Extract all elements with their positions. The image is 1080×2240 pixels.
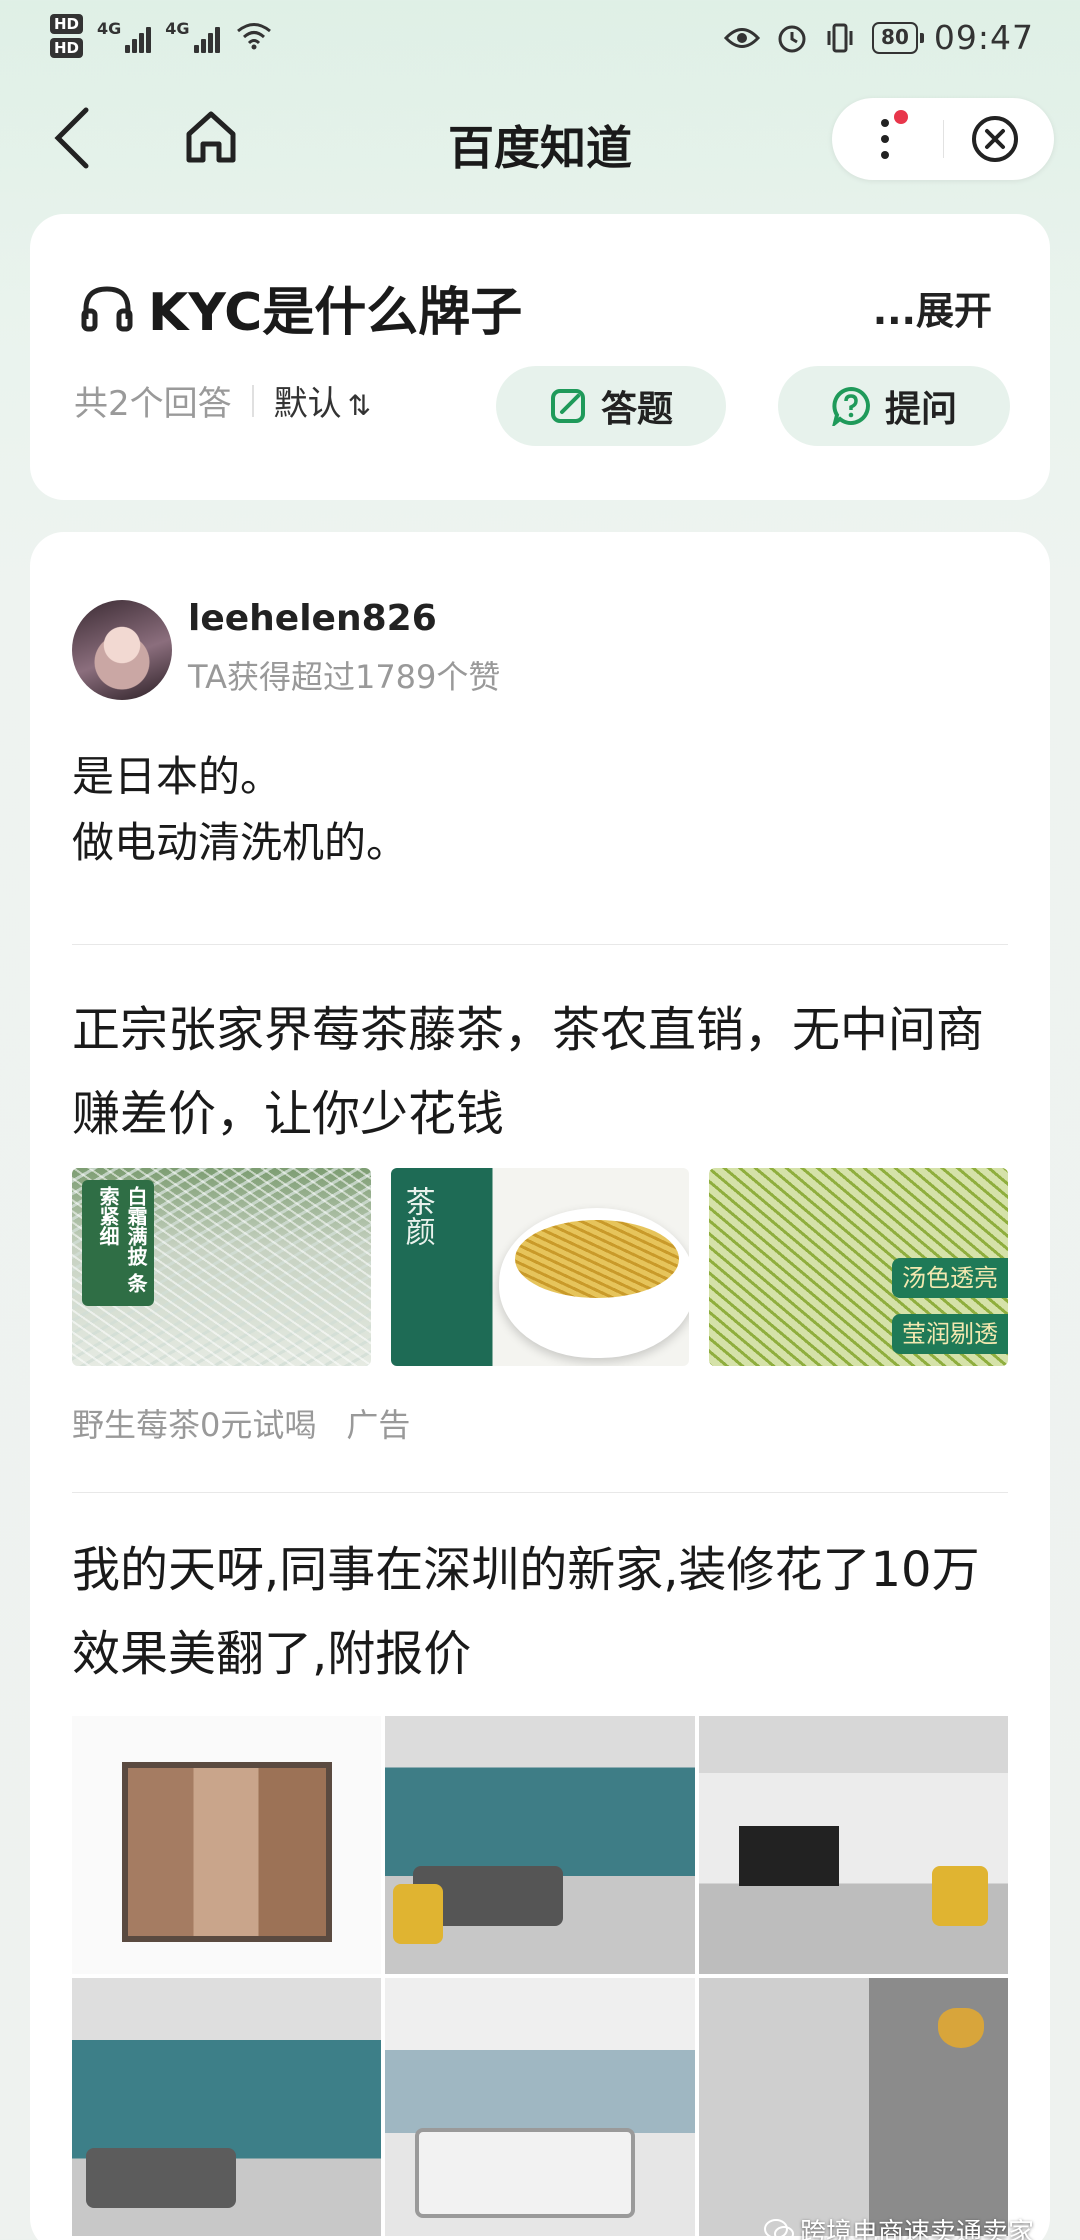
ad-image-tag: 汤色透亮 <box>892 1258 1009 1298</box>
like-summary: TA获得超过1789个赞 <box>188 658 501 696</box>
wifi-icon <box>236 23 271 50</box>
ad-footer: 野生莓茶0元试喝 广告 <box>72 1400 410 1446</box>
home-button[interactable] <box>178 104 244 170</box>
sort-icon: ⇅ <box>347 389 372 422</box>
ad-image-caption: 白霜满披 条索紧细 <box>82 1180 154 1306</box>
question-bubble-icon <box>832 386 870 426</box>
answer-button[interactable]: 答题 <box>496 366 726 446</box>
nav-bar: 百度知道 <box>0 78 1080 198</box>
ad-title[interactable]: 正宗张家界莓茶藤茶，茶农直销，无中间商赚差价，让你少花钱 <box>72 988 1022 1156</box>
question-card: KYC是什么牌子 ...展开 共2个回答 默认 ⇅ 答题 提问 <box>30 214 1050 500</box>
edit-icon <box>550 389 585 423</box>
ad-source[interactable]: 野生莓茶0元试喝 <box>72 1400 316 1446</box>
answer-text: 是日本的。 做电动清洗机的。 <box>72 744 408 876</box>
capsule-divider <box>943 120 944 158</box>
ad-image-tea-cup[interactable]: 茶颜 <box>390 1168 690 1366</box>
back-button[interactable] <box>42 102 102 174</box>
ad-image-tv-room[interactable] <box>698 1716 1008 1974</box>
eye-icon <box>724 27 761 48</box>
wechat-icon <box>763 2218 794 2240</box>
clock: 09:47 <box>933 18 1034 57</box>
sort-label: 默认 <box>273 384 342 424</box>
answer-button-label: 答题 <box>600 389 673 430</box>
headphones-icon[interactable] <box>80 283 134 333</box>
username[interactable]: leehelen826 <box>188 598 437 639</box>
sort-dropdown[interactable]: 默认 ⇅ <box>274 376 371 425</box>
ad-image-grid[interactable] <box>72 1716 1008 2236</box>
battery-indicator: 80 <box>872 21 924 54</box>
ad-image-dining-room[interactable] <box>72 1978 382 2236</box>
ask-button-label: 提问 <box>884 389 957 430</box>
answer-card: leehelen826 TA获得超过1789个赞 是日本的。 做电动清洗机的。 … <box>30 532 1050 2240</box>
signal-icon: 4G <box>165 19 220 53</box>
ad-image-row[interactable]: 白霜满披 条索紧细 茶颜 汤色透亮 莹润剔透 <box>72 1168 1009 1366</box>
expand-link[interactable]: ...展开 <box>873 280 992 335</box>
close-button[interactable] <box>970 114 1020 164</box>
ask-button[interactable]: 提问 <box>778 366 1010 446</box>
mini-program-capsule <box>832 98 1054 180</box>
home-icon <box>186 111 236 163</box>
chevron-left-icon <box>54 107 89 169</box>
more-vertical-icon <box>881 110 908 159</box>
hd-badge: HD <box>50 14 84 34</box>
ad-title[interactable]: 我的天呀,同事在深圳的新家,装修花了10万效果美翻了,附报价 <box>72 1528 1022 1696</box>
status-bar: HD HD 4G 4G 80 09:47 <box>0 0 1080 78</box>
vibrate-icon <box>827 23 853 52</box>
avatar[interactable] <box>72 600 172 700</box>
ad-image-tag: 莹润剔透 <box>892 1314 1009 1354</box>
hd-badge: HD <box>50 38 84 58</box>
ad-image-brewed-tea[interactable]: 汤色透亮 莹润剔透 <box>709 1168 1009 1366</box>
divider <box>72 944 1008 945</box>
question-title: KYC是什么牌子 <box>148 283 523 343</box>
ad-image-bedroom[interactable] <box>385 1978 695 2236</box>
watermark-text: 跨境电商速卖通卖家 <box>799 2218 1034 2240</box>
answer-line: 做电动清洗机的。 <box>72 818 409 867</box>
ad-image-floorplan[interactable] <box>72 1716 382 1974</box>
ad-label: 广告 <box>346 1406 411 1444</box>
ad-image-tea-leaves[interactable]: 白霜满披 条索紧细 <box>72 1168 371 1366</box>
watermark: 跨境电商速卖通卖家 <box>763 2212 1034 2240</box>
answer-count: 共2个回答 <box>74 384 232 424</box>
ad-image-caption: 茶颜 <box>399 1186 435 1246</box>
answer-line: 是日本的。 <box>72 752 283 801</box>
meta-divider <box>251 384 254 417</box>
divider <box>72 1492 1008 1493</box>
ad-image-living-room[interactable] <box>385 1716 695 1974</box>
alarm-icon <box>778 25 806 52</box>
close-circle-icon <box>972 116 1018 162</box>
more-button[interactable] <box>866 108 916 170</box>
signal-icon: 4G <box>97 19 152 53</box>
tea-liquid <box>514 1220 679 1298</box>
ad-image-hallway[interactable] <box>698 1978 1008 2236</box>
